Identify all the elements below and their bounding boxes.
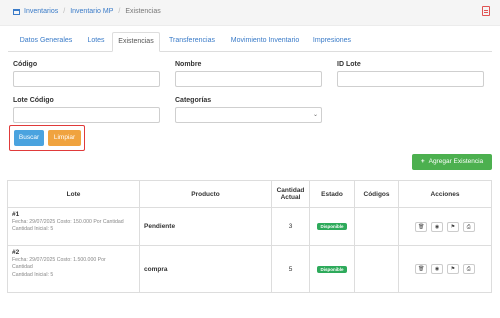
lote-codigo-label: Lote Código	[13, 97, 54, 104]
trash-icon: 🗑	[418, 223, 425, 230]
tag-button[interactable]: ⚑	[446, 264, 459, 274]
categorias-select[interactable]: ⌄	[175, 107, 322, 123]
buscar-button[interactable]: Buscar	[14, 130, 44, 146]
trash-icon: 🗑	[418, 266, 425, 272]
pdf-icon[interactable]	[482, 6, 490, 16]
codigo-label: Código	[13, 61, 38, 68]
delete-button[interactable]: 🗑	[415, 264, 428, 274]
estado-cell: Disponible	[309, 207, 355, 246]
id-lote-label: ID Lote	[337, 61, 361, 68]
tab-movimiento-inventario[interactable]: Movimiento Inventario	[224, 32, 306, 52]
view-button[interactable]: ◉	[431, 264, 444, 274]
print-button[interactable]: ⎙	[462, 221, 475, 232]
table-header-row: Lote Producto Cantidad Actual Estado Cód…	[7, 180, 492, 208]
producto-cell: Pendiente	[139, 207, 272, 246]
existencias-table: Lote Producto Cantidad Actual Estado Cód…	[7, 180, 492, 293]
header-lote: Lote	[7, 180, 140, 208]
codigos-cell	[354, 245, 399, 293]
status-badge: Disponible	[317, 223, 347, 230]
breadcrumb-separator: /	[118, 8, 121, 15]
eye-icon: ◉	[434, 223, 440, 230]
cantidad-cell: 3	[271, 207, 310, 246]
lote-meta: Fecha: 29/07/2025 Costo: 150.000 Por Can…	[12, 218, 124, 225]
breadcrumb: Inventarios / Inventario MP / Existencia…	[13, 8, 161, 15]
tag-icon: ⚑	[450, 266, 456, 272]
eye-icon: ◉	[434, 266, 440, 272]
tab-lotes[interactable]: Lotes	[82, 32, 110, 52]
lote-cantidad-inicial: Cantidad Inicial: 5	[12, 226, 54, 232]
header-cantidad-line1: Cantidad	[276, 187, 305, 194]
tag-button[interactable]: ⚑	[446, 221, 459, 232]
agregar-existencia-label: Agregar Existencia	[428, 158, 484, 165]
header-cantidad-actual: Cantidad Actual	[271, 180, 310, 208]
print-button[interactable]: ⎙	[462, 264, 475, 274]
nombre-label: Nombre	[175, 61, 202, 68]
delete-button[interactable]: 🗑	[415, 221, 428, 232]
breadcrumb-bar: Inventarios / Inventario MP / Existencia…	[0, 0, 500, 26]
home-icon	[13, 8, 20, 15]
tab-existencias[interactable]: Existencias	[112, 32, 160, 52]
producto-cell: compra	[139, 245, 272, 293]
categorias-label: Categorías	[175, 97, 212, 104]
lote-id: #2	[12, 249, 20, 256]
tab-bar: Datos Generales Lotes Existencias Transf…	[8, 32, 492, 52]
chevron-down-icon: ⌄	[312, 112, 318, 118]
status-badge: Disponible	[317, 265, 347, 273]
codigo-input[interactable]	[13, 71, 160, 87]
header-cantidad-line2: Actual	[280, 194, 301, 201]
header-codigos: Códigos	[354, 180, 399, 208]
header-producto: Producto	[139, 180, 272, 208]
limpiar-button[interactable]: Limpiar	[48, 130, 81, 146]
lote-codigo-input[interactable]	[13, 107, 160, 123]
lote-cantidad-inicial: Cantidad Inicial: 5	[12, 271, 54, 278]
lote-meta: Fecha: 29/07/2025 Costo: 1.500.000 Por	[12, 256, 106, 263]
lote-cell: #1 Fecha: 29/07/2025 Costo: 150.000 Por …	[7, 207, 140, 246]
lote-id: #1	[12, 211, 20, 218]
nombre-input[interactable]	[175, 71, 322, 87]
agregar-existencia-button[interactable]: + Agregar Existencia	[412, 154, 492, 170]
cantidad-cell: 5	[271, 245, 310, 293]
breadcrumb-existencias: Existencias	[125, 8, 161, 15]
header-acciones: Acciones	[398, 180, 492, 208]
breadcrumb-inventarios[interactable]: Inventarios	[24, 8, 58, 15]
codigos-cell	[354, 207, 399, 246]
lote-cell: #2 Fecha: 29/07/2025 Costo: 1.500.000 Po…	[7, 245, 140, 293]
table-row: #1 Fecha: 29/07/2025 Costo: 150.000 Por …	[7, 207, 492, 246]
acciones-cell: 🗑 ◉ ⚑ ⎙	[398, 207, 492, 246]
print-icon: ⎙	[466, 223, 471, 230]
tag-icon: ⚑	[450, 223, 456, 230]
table-row: #2 Fecha: 29/07/2025 Costo: 1.500.000 Po…	[7, 245, 492, 293]
tab-impresiones[interactable]: Impresiones	[308, 32, 356, 52]
tab-transferencias[interactable]: Transferencias	[164, 32, 220, 52]
estado-cell: Disponible	[309, 245, 355, 293]
plus-icon: +	[420, 158, 425, 165]
header-estado: Estado	[309, 180, 355, 208]
acciones-cell: 🗑 ◉ ⚑ ⎙	[398, 245, 492, 293]
view-button[interactable]: ◉	[431, 221, 444, 232]
lote-meta-cont: Cantidad	[12, 264, 33, 270]
print-icon: ⎙	[466, 266, 471, 272]
breadcrumb-separator: /	[63, 8, 66, 15]
tab-datos-generales[interactable]: Datos Generales	[14, 32, 78, 52]
id-lote-input[interactable]	[337, 71, 484, 87]
breadcrumb-inventario-mp[interactable]: Inventario MP	[70, 8, 113, 15]
